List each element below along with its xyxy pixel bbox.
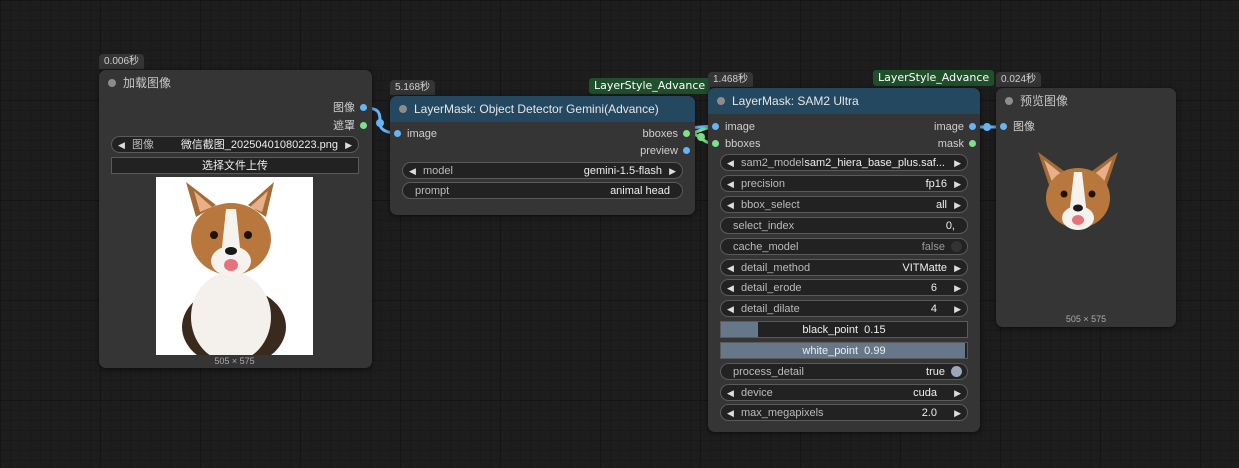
device-combo[interactable]: ◀ device cuda ▶ [720, 384, 968, 401]
output-bboxes-pin[interactable] [683, 130, 690, 137]
black-point-slider[interactable]: black_point 0.15 [720, 321, 968, 338]
model-combo[interactable]: ◀ model gemini-1.5-flash ▶ [402, 162, 683, 179]
arrow-left-icon[interactable]: ◀ [727, 385, 734, 402]
load-node-title: 加载图像 [123, 76, 172, 90]
select-index-field[interactable]: select_index 0, [720, 217, 968, 234]
image-dimensions: 505 × 575 [214, 356, 255, 366]
toggle-off-icon[interactable] [951, 241, 962, 252]
output-bboxes[interactable]: bboxes [643, 127, 690, 141]
detail-method-combo[interactable]: ◀ detail_method VITMatte ▶ [720, 259, 968, 276]
output-mask[interactable]: 遮罩 [333, 119, 367, 133]
sam2-model-combo[interactable]: ◀ sam2_model sam2_hiera_base_plus.saf...… [720, 154, 968, 171]
sam-node-tag: LayerStyle_Advance [873, 70, 995, 86]
arrow-right-icon[interactable]: ▶ [954, 405, 961, 422]
sam-node-header[interactable]: LayerMask: SAM2 Ultra [708, 88, 980, 114]
collapse-dot-icon[interactable] [108, 79, 116, 87]
arrow-left-icon[interactable]: ◀ [727, 155, 734, 172]
max-megapixels-stepper[interactable]: ◀ max_megapixels 2.0 ▶ [720, 404, 968, 421]
output-preview[interactable]: preview [640, 144, 690, 158]
preview-node-title: 预览图像 [1020, 94, 1069, 108]
prompt-field[interactable]: prompt animal head [402, 182, 683, 199]
input-image-pin[interactable] [1000, 123, 1007, 130]
detail-dilate-stepper[interactable]: ◀ detail_dilate 4 ▶ [720, 300, 968, 317]
output-image[interactable]: image [934, 120, 976, 134]
sam-node-title: LayerMask: SAM2 Ultra [732, 94, 859, 108]
input-image[interactable]: image [712, 120, 755, 134]
output-image-pin[interactable] [360, 104, 367, 111]
dog-image [156, 177, 313, 355]
arrow-right-icon[interactable]: ▶ [954, 301, 961, 318]
arrow-left-icon[interactable]: ◀ [727, 197, 734, 214]
preview-image-node[interactable]: 预览图像 图像 505 × 575 [996, 88, 1176, 327]
collapse-dot-icon[interactable] [399, 105, 407, 113]
image-file-combo[interactable]: ◀ 图像 微信截图_20250401080223.png ▶ [111, 136, 359, 153]
detail-erode-stepper[interactable]: ◀ detail_erode 6 ▶ [720, 279, 968, 296]
detector-node-time-badge: 5.168秒 [390, 80, 436, 95]
cache-model-toggle[interactable]: cache_model false [720, 238, 968, 255]
load-image-node[interactable]: 加载图像 图像 遮罩 ◀ 图像 微信截图_20250401080223.png … [99, 70, 372, 368]
process-detail-toggle[interactable]: process_detail true [720, 363, 968, 380]
sam2-ultra-node[interactable]: LayerMask: SAM2 Ultra image bboxes image… [708, 88, 980, 432]
arrow-right-icon[interactable]: ▶ [345, 137, 352, 154]
arrow-right-icon[interactable]: ▶ [954, 385, 961, 402]
input-image[interactable]: 图像 [1000, 120, 1035, 134]
load-node-time-badge: 0.006秒 [99, 54, 145, 69]
upload-button[interactable]: 选择文件上传 [111, 157, 359, 174]
load-node-header[interactable]: 加载图像 [99, 70, 372, 96]
white-point-slider[interactable]: white_point 0.99 [720, 342, 968, 359]
input-image-pin[interactable] [712, 123, 719, 130]
arrow-left-icon[interactable]: ◀ [409, 163, 416, 180]
collapse-dot-icon[interactable] [717, 97, 725, 105]
input-image-pin[interactable] [394, 130, 401, 137]
collapse-dot-icon[interactable] [1005, 97, 1013, 105]
arrow-right-icon[interactable]: ▶ [669, 163, 676, 180]
preview-node-time-badge: 0.024秒 [996, 72, 1042, 87]
preview-dimensions: 505 × 575 [1065, 314, 1107, 324]
arrow-right-icon[interactable]: ▶ [954, 260, 961, 277]
output-image[interactable]: 图像 [333, 101, 367, 115]
detector-node-title: LayerMask: Object Detector Gemini(Advanc… [414, 102, 659, 116]
object-detector-node[interactable]: LayerMask: Object Detector Gemini(Advanc… [390, 96, 695, 215]
input-bboxes-pin[interactable] [712, 140, 719, 147]
sam-node-time-badge: 1.468秒 [708, 72, 754, 87]
precision-combo[interactable]: ◀ precision fp16 ▶ [720, 175, 968, 192]
output-mask-pin[interactable] [360, 122, 367, 129]
arrow-right-icon[interactable]: ▶ [954, 280, 961, 297]
arrow-left-icon[interactable]: ◀ [727, 260, 734, 277]
arrow-left-icon[interactable]: ◀ [727, 280, 734, 297]
detector-node-tag: LayerStyle_Advance [589, 78, 711, 94]
output-image-pin[interactable] [969, 123, 976, 130]
arrow-right-icon[interactable]: ▶ [954, 155, 961, 172]
arrow-left-icon[interactable]: ◀ [118, 137, 125, 154]
arrow-right-icon[interactable]: ▶ [954, 176, 961, 193]
output-mask[interactable]: mask [938, 137, 976, 151]
preview-node-header[interactable]: 预览图像 [996, 88, 1176, 114]
bbox-select-combo[interactable]: ◀ bbox_select all ▶ [720, 196, 968, 213]
input-image[interactable]: image [394, 127, 437, 141]
black-point-fill [721, 322, 758, 337]
input-bboxes[interactable]: bboxes [712, 137, 760, 151]
corgi-head-picture [1038, 152, 1118, 230]
detector-node-header[interactable]: LayerMask: Object Detector Gemini(Advanc… [390, 96, 695, 122]
arrow-left-icon[interactable]: ◀ [727, 301, 734, 318]
output-mask-pin[interactable] [969, 140, 976, 147]
preview-image [1032, 148, 1124, 232]
arrow-right-icon[interactable]: ▶ [954, 197, 961, 214]
corgi-picture [182, 182, 286, 355]
arrow-left-icon[interactable]: ◀ [727, 176, 734, 193]
toggle-on-icon[interactable] [951, 366, 962, 377]
output-preview-pin[interactable] [683, 147, 690, 154]
arrow-left-icon[interactable]: ◀ [727, 405, 734, 422]
